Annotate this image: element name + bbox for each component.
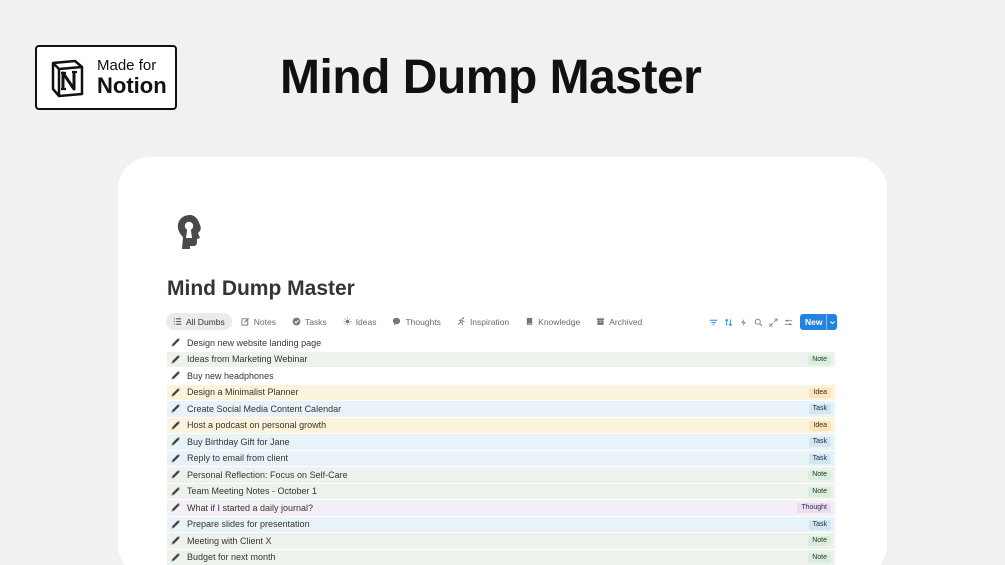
- pencil-icon: [170, 502, 181, 513]
- archive-icon: [596, 317, 605, 326]
- dump-list: Design new website landing page Ideas fro…: [167, 335, 835, 565]
- pencil-icon: [170, 552, 181, 563]
- pencil-icon: [170, 420, 181, 431]
- list-icon: [173, 317, 182, 326]
- list-item[interactable]: Host a podcast on personal growth Idea: [167, 417, 835, 433]
- tab-label: Inspiration: [469, 316, 510, 327]
- badge-line-2: Notion: [97, 73, 167, 98]
- tag-badge: Note: [808, 354, 831, 365]
- tab-label: All Dumbs: [186, 316, 225, 327]
- tab-label: Tasks: [304, 316, 327, 327]
- item-title: Ideas from Marketing Webinar: [187, 354, 308, 365]
- tab-ideas[interactable]: Ideas: [336, 313, 384, 330]
- tag-badge: Task: [808, 453, 831, 464]
- new-button-label: New: [805, 317, 823, 327]
- tag-badge: Idea: [809, 420, 831, 431]
- database-toolbar: New: [706, 314, 837, 330]
- pencil-icon: [170, 403, 181, 414]
- check-circle-icon: [292, 317, 301, 326]
- list-item[interactable]: Buy Birthday Gift for Jane Task: [167, 434, 835, 450]
- item-title: Personal Reflection: Focus on Self-Care: [187, 469, 348, 480]
- view-tabs: All Dumbs Notes Tasks Ideas Thoughts Inspirat…: [166, 313, 651, 330]
- list-item[interactable]: Buy new headphones: [167, 368, 835, 384]
- lightning-icon[interactable]: [736, 315, 751, 330]
- tab-archived[interactable]: Archived: [589, 313, 649, 330]
- pencil-icon: [170, 469, 181, 480]
- sort-icon[interactable]: [721, 315, 736, 330]
- tag-badge: Task: [808, 404, 831, 414]
- list-item[interactable]: Team Meeting Notes - October 1 Note: [167, 483, 835, 499]
- speech-bubble-icon: [392, 317, 401, 326]
- item-title: Design a Minimalist Planner: [187, 387, 299, 398]
- settings-sliders-icon[interactable]: [781, 315, 796, 330]
- pencil-icon: [170, 337, 181, 348]
- list-item[interactable]: Ideas from Marketing Webinar Note: [167, 351, 835, 367]
- tag-badge: Note: [808, 486, 831, 497]
- tag-badge: Task: [808, 519, 831, 530]
- tag-badge: Note: [808, 536, 831, 546]
- list-item[interactable]: Prepare slides for presentation Task: [167, 516, 835, 532]
- edit-icon: [241, 317, 250, 326]
- item-title: Buy Birthday Gift for Jane: [187, 436, 290, 447]
- list-item[interactable]: Create Social Media Content Calendar Task: [167, 401, 835, 417]
- tab-knowledge[interactable]: Knowledge: [518, 313, 587, 330]
- item-title: Reply to email from client: [187, 453, 289, 464]
- book-icon: [525, 317, 534, 326]
- head-keyhole-icon: [174, 213, 206, 251]
- list-item[interactable]: Reply to email from client Task: [167, 450, 835, 466]
- page-title: Mind Dump Master: [167, 277, 355, 300]
- tab-thoughts[interactable]: Thoughts: [385, 313, 447, 330]
- tab-inspiration[interactable]: Inspiration: [450, 313, 516, 330]
- pencil-icon: [170, 354, 181, 365]
- made-for-notion-badge: Made for Notion: [35, 45, 177, 110]
- item-title: Create Social Media Content Calendar: [187, 403, 342, 414]
- item-title: Meeting with Client X: [187, 535, 272, 546]
- item-title: What if I started a daily journal?: [187, 502, 314, 513]
- item-title: Design new website landing page: [187, 337, 322, 348]
- tab-label: Archived: [609, 316, 643, 327]
- pencil-icon: [170, 453, 181, 464]
- expand-icon[interactable]: [766, 315, 781, 330]
- list-item[interactable]: Design a Minimalist Planner Idea: [167, 384, 835, 400]
- pencil-icon: [170, 535, 181, 546]
- list-item[interactable]: What if I started a daily journal? Though…: [167, 500, 835, 516]
- item-title: Host a podcast on personal growth: [187, 420, 327, 431]
- tab-label: Ideas: [355, 316, 377, 327]
- list-item[interactable]: Personal Reflection: Focus on Self-Care N…: [167, 467, 835, 483]
- tab-all-dumbs[interactable]: All Dumbs: [166, 313, 232, 330]
- pencil-icon: [170, 519, 181, 530]
- hero-title: Mind Dump Master: [280, 51, 702, 104]
- chevron-down-icon[interactable]: [826, 314, 837, 330]
- run-icon: [457, 317, 466, 326]
- pencil-icon: [170, 370, 181, 381]
- filter-icon[interactable]: [706, 315, 721, 330]
- tag-badge: Thought: [797, 503, 831, 513]
- item-title: Team Meeting Notes - October 1: [187, 486, 318, 497]
- tag-badge: Idea: [809, 387, 831, 398]
- tab-notes[interactable]: Notes: [234, 313, 283, 330]
- list-item[interactable]: Design new website landing page: [167, 335, 835, 351]
- tab-label: Notes: [253, 316, 276, 327]
- badge-line-1: Made for: [97, 57, 157, 74]
- tab-label: Knowledge: [538, 316, 581, 327]
- pencil-icon: [170, 436, 181, 447]
- item-title: Buy new headphones: [187, 370, 274, 381]
- new-button[interactable]: New: [800, 314, 837, 330]
- list-item[interactable]: Meeting with Client X Note: [167, 533, 835, 549]
- pencil-icon: [170, 486, 181, 497]
- item-title: Prepare slides for presentation: [187, 519, 310, 530]
- notion-logo-icon: [47, 58, 87, 98]
- list-item[interactable]: Budget for next month Note: [167, 549, 835, 565]
- sun-icon: [343, 317, 352, 326]
- tag-badge: Note: [808, 552, 831, 563]
- tab-tasks[interactable]: Tasks: [285, 313, 334, 330]
- item-title: Budget for next month: [187, 552, 276, 563]
- tab-label: Thoughts: [405, 316, 441, 327]
- tag-badge: Note: [808, 470, 831, 480]
- search-icon[interactable]: [751, 315, 766, 330]
- pencil-icon: [170, 387, 181, 398]
- tag-badge: Task: [808, 437, 831, 447]
